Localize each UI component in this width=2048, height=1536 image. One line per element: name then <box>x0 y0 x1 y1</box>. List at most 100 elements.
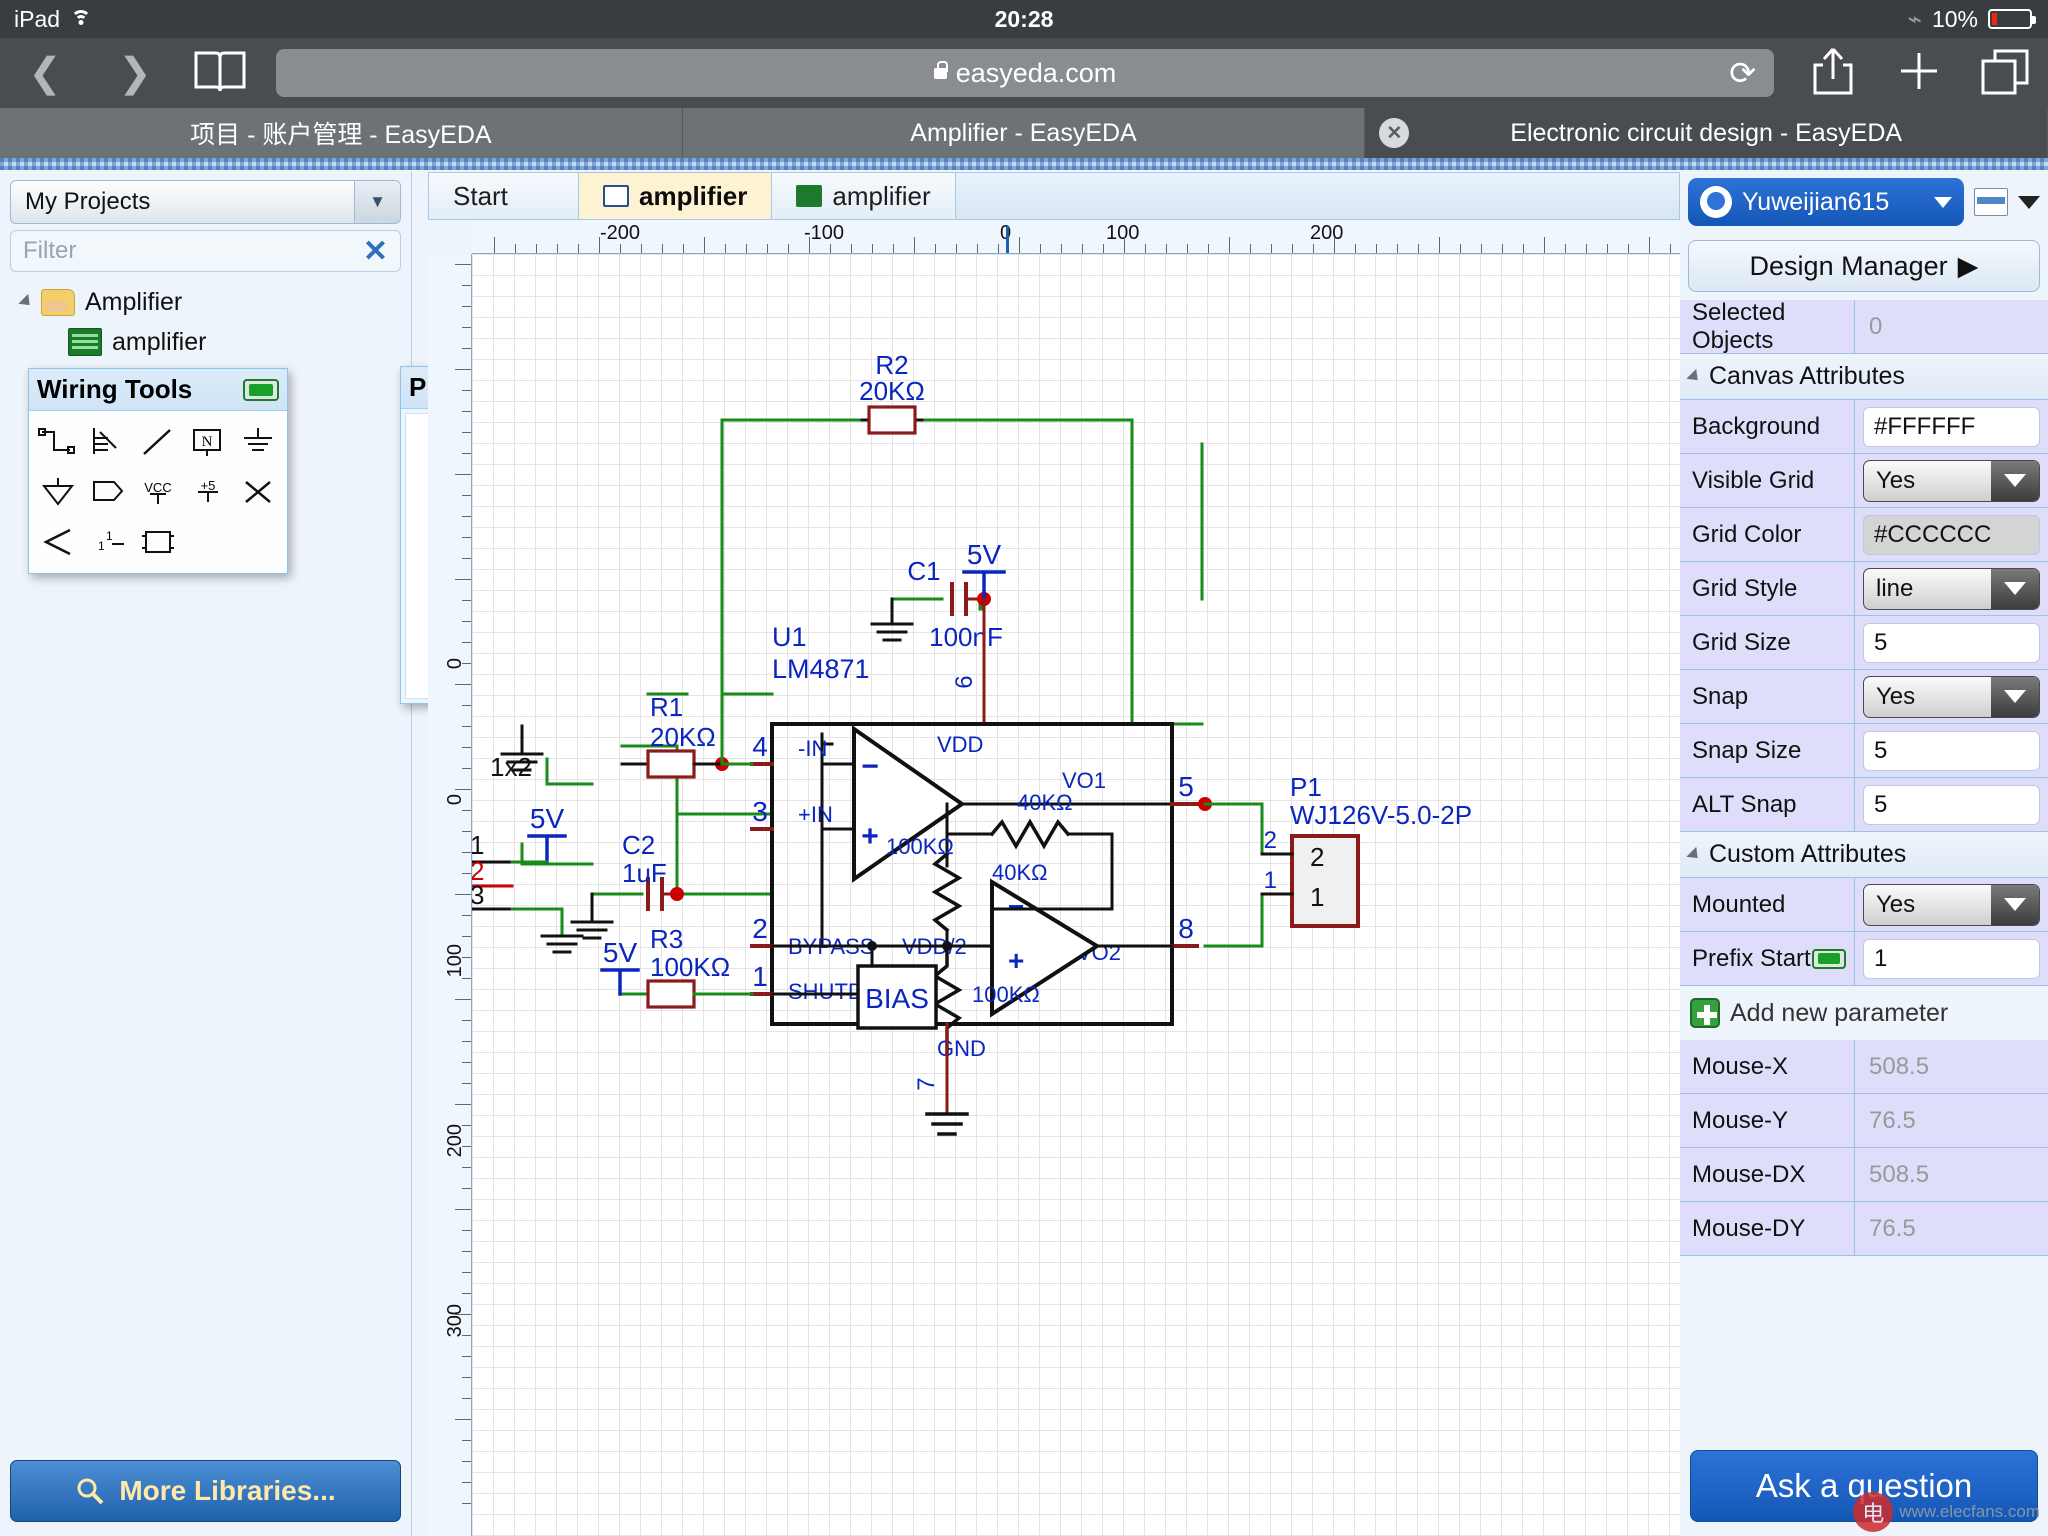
sheet-tab-label: amplifier <box>639 181 747 212</box>
svg-text:−: − <box>1008 891 1024 922</box>
bookmarks-button[interactable] <box>180 47 260 100</box>
bus-icon[interactable] <box>83 417 133 467</box>
plus5v-icon[interactable]: +5 <box>183 467 233 517</box>
horizontal-ruler[interactable]: -200 -100 0 100 200 <box>472 220 1680 254</box>
reload-icon[interactable]: ⟳ <box>1729 54 1756 92</box>
chevron-down-icon[interactable] <box>1991 677 2039 717</box>
battery-icon <box>1988 9 2032 29</box>
wiring-tools-panel[interactable]: Wiring Tools N VCC +5 11 <box>28 368 288 574</box>
ruler-label: 100 <box>444 944 467 977</box>
user-menu-button[interactable]: Yuweijian615 <box>1688 178 1964 226</box>
select-value: Yes <box>1864 461 1991 501</box>
schematic-grid[interactable]: R2 20KΩ C1 100nF 5V <box>472 254 1680 1536</box>
grid-size-input[interactable]: 5 <box>1863 623 2040 663</box>
sheet-tab-schematic[interactable]: amplifier <box>579 173 772 219</box>
search-icon <box>75 1476 105 1506</box>
grid-style-select[interactable]: line <box>1863 568 2040 610</box>
bus-entry-icon[interactable] <box>133 417 183 467</box>
property-value: 76.5 <box>1855 1202 2048 1255</box>
browser-toolbar: ❮ ❯ easyeda.com ⟳ <box>0 38 2048 108</box>
svg-text:5V: 5V <box>967 539 1002 570</box>
alt-snap-input[interactable]: 5 <box>1863 785 2040 825</box>
new-tab-button[interactable] <box>1876 48 1962 99</box>
bluetooth-icon: ⌁ <box>1908 5 1922 34</box>
tree-item-sheet[interactable]: amplifier <box>0 322 411 362</box>
back-button[interactable]: ❮ <box>0 50 90 96</box>
property-value: #CCCCCC <box>1855 508 2048 561</box>
plus-icon <box>1896 48 1942 94</box>
chevron-down-icon[interactable]: ▼ <box>354 181 400 223</box>
svg-text:+: + <box>861 820 879 853</box>
sheet-symbol-icon[interactable] <box>133 517 183 567</box>
property-key: Visible Grid <box>1680 454 1855 507</box>
design-manager-button[interactable]: Design Manager ▶ <box>1688 240 2040 292</box>
svg-text:+IN: +IN <box>798 802 833 827</box>
chevron-down-icon[interactable] <box>1991 885 2039 925</box>
chevron-down-icon[interactable] <box>1991 569 2039 609</box>
close-tab-icon[interactable]: ✕ <box>1379 118 1409 148</box>
selected-objects-label: Selected Objects <box>1680 300 1855 353</box>
ruler-label: 200 <box>444 1124 467 1157</box>
collapse-triangle-icon <box>1686 368 1702 384</box>
decorative-dot-strip <box>0 158 2048 170</box>
ground-icon[interactable] <box>233 417 283 467</box>
list-icon[interactable] <box>1974 188 2008 216</box>
browser-tab-2[interactable]: ✕ Electronic circuit design - EasyEDA <box>1365 108 2048 158</box>
folder-icon <box>41 289 75 316</box>
property-value: 76.5 <box>1855 1094 2048 1147</box>
share-button[interactable] <box>1790 45 1876 102</box>
share-icon <box>1809 45 1857 97</box>
vertical-ruler[interactable]: 0 0 100 200 300 <box>428 254 472 1536</box>
more-libraries-label: More Libraries... <box>119 1475 335 1507</box>
show-tabs-button[interactable] <box>1962 47 2048 100</box>
svg-text:4: 4 <box>752 731 768 762</box>
address-bar[interactable]: easyeda.com ⟳ <box>276 49 1774 97</box>
chevron-down-icon[interactable] <box>2018 196 2040 209</box>
svg-text:1: 1 <box>98 539 105 553</box>
vcc-icon[interactable]: VCC <box>133 467 183 517</box>
prefix-start-input[interactable]: 1 <box>1863 939 2040 979</box>
add-new-parameter-button[interactable]: Add new parameter <box>1680 986 2048 1040</box>
toggle-icon[interactable] <box>1812 949 1846 969</box>
url-text: easyeda.com <box>956 58 1117 89</box>
netflag-icon[interactable] <box>83 467 133 517</box>
netport-icon[interactable] <box>33 517 83 567</box>
pin-icon[interactable]: 11 <box>83 517 133 567</box>
gnd-symbol-icon[interactable] <box>33 467 83 517</box>
no-connect-icon[interactable] <box>233 467 283 517</box>
svg-text:8: 8 <box>1178 913 1194 944</box>
chevron-down-icon[interactable] <box>1991 461 2039 501</box>
browser-tab-1[interactable]: Amplifier - EasyEDA <box>683 108 1366 158</box>
watermark-logo-icon: 电 <box>1853 1492 1893 1532</box>
snap-size-input[interactable]: 5 <box>1863 731 2040 771</box>
svg-text:VDD: VDD <box>937 732 983 757</box>
battery-percent: 10% <box>1932 6 1978 33</box>
snap-select[interactable]: Yes <box>1863 676 2040 718</box>
mounted-select[interactable]: Yes <box>1863 884 2040 926</box>
wire-icon[interactable] <box>33 417 83 467</box>
clear-filter-icon[interactable]: ✕ <box>363 234 388 269</box>
visible-grid-select[interactable]: Yes <box>1863 460 2040 502</box>
svg-text:2: 2 <box>752 913 768 944</box>
project-select[interactable]: My Projects ▼ <box>10 180 401 224</box>
sheet-tab-pcb[interactable]: amplifier <box>772 173 955 219</box>
custom-attributes-header[interactable]: Custom Attributes <box>1680 832 2048 878</box>
custom-attribute-row: Prefix Start1 <box>1680 932 2048 986</box>
filter-input[interactable]: Filter ✕ <box>10 230 401 272</box>
more-libraries-button[interactable]: More Libraries... <box>10 1460 401 1522</box>
user-row: Yuweijian615 <box>1680 172 2048 232</box>
canvas-attributes-header[interactable]: Canvas Attributes <box>1680 354 2048 400</box>
svg-text:BIAS: BIAS <box>865 983 929 1014</box>
minimize-icon[interactable] <box>243 379 279 401</box>
netlabel-icon[interactable]: N <box>183 417 233 467</box>
sheet-tab-start[interactable]: Start <box>429 173 579 219</box>
browser-tab-0[interactable]: 项目 - 账户管理 - EasyEDA <box>0 108 683 158</box>
property-value: 5 <box>1855 616 2048 669</box>
forward-button[interactable]: ❯ <box>90 50 180 96</box>
selected-objects-value-cell: 0 <box>1855 300 2048 353</box>
property-value: 5 <box>1855 724 2048 777</box>
tree-item-project[interactable]: Amplifier <box>0 282 411 322</box>
expand-triangle-icon[interactable] <box>18 294 34 310</box>
background-input[interactable]: #FFFFFF <box>1863 407 2040 447</box>
grid-color-input[interactable]: #CCCCCC <box>1863 515 2040 555</box>
